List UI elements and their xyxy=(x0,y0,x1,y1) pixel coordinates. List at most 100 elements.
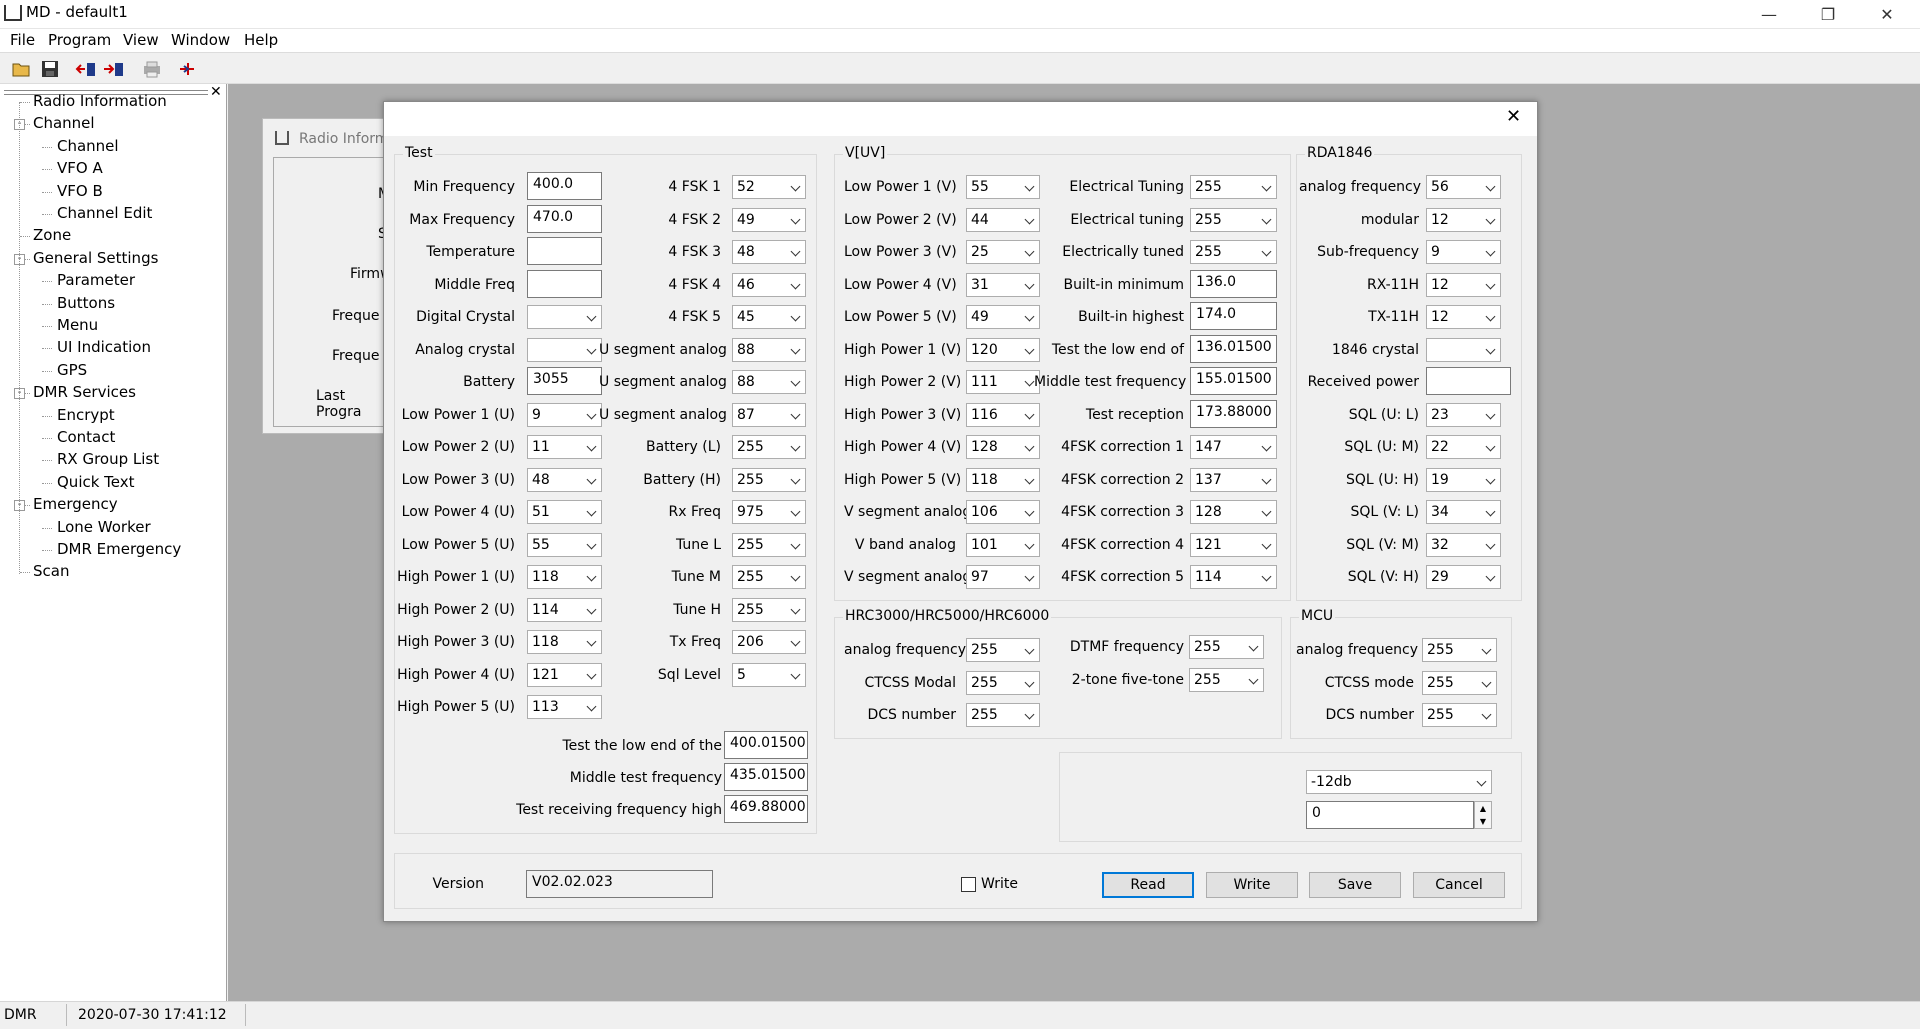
test-field-select[interactable]: 52 xyxy=(732,175,806,199)
test-field-select[interactable] xyxy=(527,305,602,329)
vuv-field-select[interactable]: 114 xyxy=(1190,565,1277,589)
tree-item[interactable]: VFO B xyxy=(57,182,103,200)
rda-field-select[interactable]: 29 xyxy=(1426,565,1501,589)
test-field-select[interactable]: 255 xyxy=(732,565,806,589)
tree-item[interactable]: VFO A xyxy=(57,159,103,177)
close-icon[interactable]: ✕ xyxy=(1858,0,1916,28)
tree-item[interactable]: RX Group List xyxy=(57,450,159,468)
tree-item[interactable]: Channel xyxy=(33,114,95,132)
mic1-select[interactable]: -12db xyxy=(1306,770,1492,794)
read-button[interactable]: Read xyxy=(1102,872,1194,898)
test-field-input[interactable] xyxy=(527,237,602,265)
test-field-select[interactable]: 88 xyxy=(732,337,806,362)
tree-item[interactable]: DMR Services xyxy=(33,383,136,401)
rda-field-select[interactable]: 23 xyxy=(1426,402,1501,427)
tree-item[interactable]: Zone xyxy=(33,226,71,244)
test-field-select[interactable]: 975 xyxy=(732,500,806,524)
menu-window[interactable]: Window xyxy=(171,31,230,49)
write-checkbox[interactable] xyxy=(961,877,976,892)
hrc-field-select[interactable]: 255 xyxy=(966,670,1040,695)
tree-item[interactable]: Buttons xyxy=(57,294,115,312)
test-field-select[interactable]: 55 xyxy=(527,532,602,557)
test-field-select[interactable]: 255 xyxy=(732,597,806,622)
tree-item[interactable]: Parameter xyxy=(57,271,135,289)
test-field-input[interactable] xyxy=(527,269,602,298)
vuv-field-select[interactable]: 128 xyxy=(1190,500,1277,524)
vuv-field-select[interactable]: 120 xyxy=(966,337,1040,362)
vuv-field-select[interactable]: 101 xyxy=(966,532,1040,557)
test-field-input[interactable]: 400.0 xyxy=(527,172,602,200)
hrc-field-select[interactable]: 255 xyxy=(1189,635,1264,659)
test-field-select[interactable]: 121 xyxy=(527,662,602,687)
test-field-select[interactable]: 45 xyxy=(732,305,806,329)
minimize-icon[interactable]: — xyxy=(1740,0,1798,28)
vuv-field-input[interactable]: 136.0 xyxy=(1190,269,1277,298)
tree-item[interactable]: Channel xyxy=(57,137,119,155)
vuv-field-input[interactable]: 173.88000 xyxy=(1190,399,1277,428)
hrc-field-select[interactable]: 255 xyxy=(966,703,1040,727)
tree-item[interactable]: Menu xyxy=(57,316,98,334)
open-folder-icon[interactable] xyxy=(10,57,34,81)
vuv-field-input[interactable]: 174.0 xyxy=(1190,302,1277,330)
rda-field-select[interactable]: 34 xyxy=(1426,500,1501,524)
read-radio-icon[interactable] xyxy=(74,57,98,81)
rda-field-select[interactable]: 12 xyxy=(1426,305,1501,329)
print-icon[interactable] xyxy=(140,57,164,81)
menu-help[interactable]: Help xyxy=(244,31,278,49)
menu-view[interactable]: View xyxy=(123,31,159,49)
tree-item[interactable]: Lone Worker xyxy=(57,518,151,536)
vuv-field-input[interactable]: 136.01500 xyxy=(1190,334,1277,363)
vuv-field-select[interactable]: 118 xyxy=(966,467,1040,492)
test-field-select[interactable]: 5 xyxy=(732,662,806,687)
tree-item[interactable]: UI Indication xyxy=(57,338,151,356)
vuv-field-select[interactable]: 137 xyxy=(1190,467,1277,492)
save-disk-icon[interactable] xyxy=(38,57,62,81)
test-frequency-input[interactable]: 435.01500 xyxy=(724,763,808,791)
vuv-field-select[interactable]: 49 xyxy=(966,305,1040,329)
test-field-select[interactable]: 113 xyxy=(527,695,602,719)
tree-item[interactable]: Scan xyxy=(33,562,69,580)
test-field-select[interactable]: 9 xyxy=(527,402,602,427)
tree-item[interactable]: General Settings xyxy=(33,249,158,267)
tree-item[interactable]: Encrypt xyxy=(57,406,115,424)
mic2-input[interactable]: 0 xyxy=(1306,801,1474,829)
tree-item[interactable]: Emergency xyxy=(33,495,118,513)
vuv-field-select[interactable]: 255 xyxy=(1190,175,1277,199)
vuv-field-select[interactable]: 255 xyxy=(1190,207,1277,232)
test-field-select[interactable]: 255 xyxy=(732,435,806,459)
mcu-field-select[interactable]: 255 xyxy=(1422,703,1497,727)
tree-item[interactable]: Channel Edit xyxy=(57,204,152,222)
test-field-select[interactable]: 51 xyxy=(527,500,602,524)
test-field-select[interactable]: 46 xyxy=(732,272,806,297)
mic2-stepper[interactable]: ▲ ▼ xyxy=(1474,801,1492,829)
rda-field-select[interactable]: 19 xyxy=(1426,467,1501,492)
test-field-select[interactable]: 88 xyxy=(732,370,806,394)
tree-item[interactable]: Contact xyxy=(57,428,115,446)
rda-field-select[interactable] xyxy=(1426,337,1501,362)
vuv-field-select[interactable]: 97 xyxy=(966,565,1040,589)
vuv-field-select[interactable]: 31 xyxy=(966,272,1040,297)
test-field-select[interactable]: 49 xyxy=(732,207,806,232)
tree-item[interactable]: DMR Emergency xyxy=(57,540,181,558)
test-field-select[interactable]: 118 xyxy=(527,630,602,654)
rda-field-select[interactable]: 32 xyxy=(1426,532,1501,557)
write-button[interactable]: Write xyxy=(1206,872,1298,898)
hrc-field-select[interactable]: 255 xyxy=(1189,667,1264,692)
restore-icon[interactable]: ❐ xyxy=(1799,0,1857,28)
hrc-field-select[interactable]: 255 xyxy=(966,638,1040,662)
mcu-field-select[interactable]: 255 xyxy=(1422,638,1497,662)
vuv-field-select[interactable]: 116 xyxy=(966,402,1040,427)
test-field-select[interactable] xyxy=(527,337,602,362)
vuv-field-select[interactable]: 55 xyxy=(966,175,1040,199)
cancel-button[interactable]: Cancel xyxy=(1413,872,1505,898)
test-field-input[interactable]: 3055 xyxy=(527,367,602,395)
mcu-field-select[interactable]: 255 xyxy=(1422,670,1497,695)
test-frequency-input[interactable]: 400.01500 xyxy=(724,731,808,759)
rda-field-select[interactable]: 9 xyxy=(1426,240,1501,264)
test-field-select[interactable]: 114 xyxy=(527,597,602,622)
rda-field-select[interactable]: 56 xyxy=(1426,175,1501,199)
test-field-select[interactable]: 206 xyxy=(732,630,806,654)
test-field-select[interactable]: 11 xyxy=(527,435,602,459)
test-field-select[interactable]: 118 xyxy=(527,565,602,589)
dialog-close-icon[interactable]: ✕ xyxy=(1506,106,1521,127)
